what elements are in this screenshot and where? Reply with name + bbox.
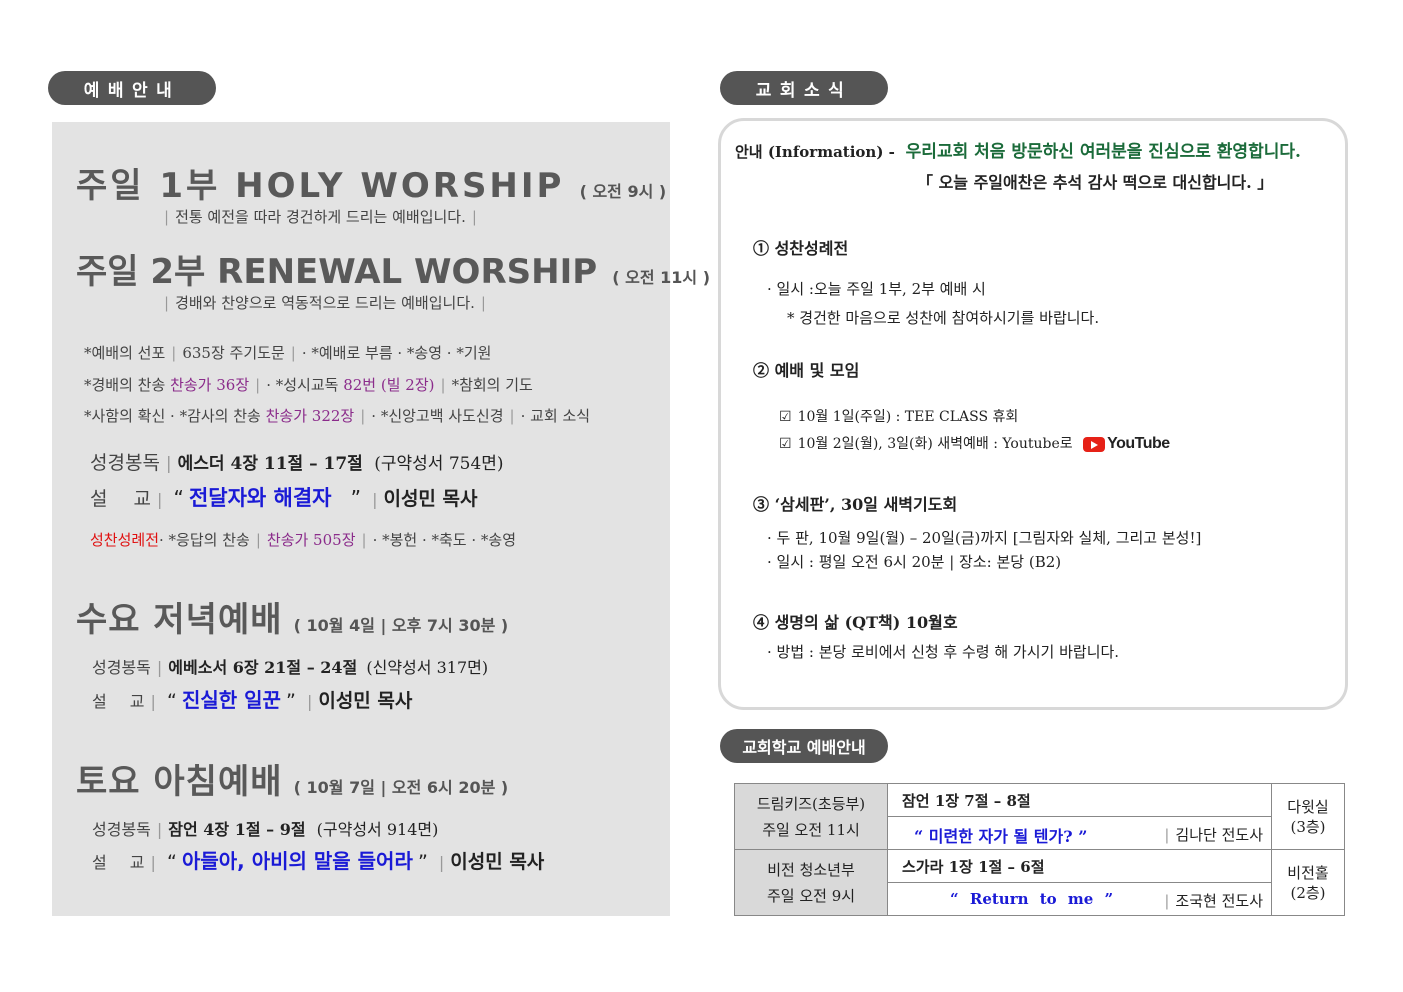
news-item4-line1: · 방법 : 본당 로비에서 신청 후 수령 해 가시기 바랍니다. bbox=[767, 643, 1120, 661]
sunday-first-desc: | 전통 예전을 따라 경건하게 드리는 예배입니다. | bbox=[164, 208, 477, 226]
order-line-3: *사함의 확신 · *감사의 찬송 찬송가 322장 | · *신앙고백 사도신경 |… bbox=[84, 407, 591, 425]
sunday-after-order: 성찬성례전· *응답의 찬송 | 찬송가 505장 | · *봉헌 · *축도 · *송… bbox=[90, 531, 517, 549]
news-item3-line2: · 일시 : 평일 오전 6시 20분 | 장소: 본당 (B2) bbox=[767, 553, 1062, 571]
wednesday-sermon: 설 교 | “ 진실한 일꾼 ” | 이성민 목사 bbox=[92, 688, 413, 712]
news-item2-title: ② 예배 및 모임 bbox=[753, 361, 860, 380]
worship-guide-header: 예배안내 bbox=[48, 71, 216, 105]
sermon-cell: “ 미련한 자가 될 텐가? ” | 김나단 전도사 bbox=[887, 816, 1272, 850]
order-line-1: *예배의 선포 | 635장 주기도문 | · *예배로 부름 · *송영 · *기원 bbox=[84, 344, 492, 362]
order-line-2: *경배의 찬송 찬송가 36장 | · *성시교독 82번 (빌 2장) | *참회의 … bbox=[84, 376, 533, 394]
news-item1-title: ① 성찬성례전 bbox=[753, 239, 849, 258]
room-cell: 다윗실 (3층) bbox=[1271, 783, 1345, 850]
saturday-sermon: 설 교 | “ 아들아, 아비의 말을 들어라 ” | 이성민 목사 bbox=[92, 849, 545, 873]
checkbox-icon: ☑ bbox=[779, 436, 792, 452]
group-cell: 드림키즈(초등부) 주일 오전 11시 bbox=[734, 783, 888, 850]
sunday-first-title: 주일 1부 HOLY WORSHIP ( 오전 9시 ) bbox=[76, 166, 667, 206]
news-item1-line2: * 경건한 마음으로 성찬에 참여하시기를 바랍니다. bbox=[787, 309, 1100, 327]
news-item2-check2: ☑ 10월 2일(월), 3일(화) 새벽예배 : Youtube로 YouTub… bbox=[779, 435, 1170, 453]
table-row: 드림키즈(초등부) 주일 오전 11시 잠언 1장 7절 – 8절 다윗실 (3층) bbox=[734, 783, 1345, 850]
news-item1-line1: · 일시 :오늘 주일 1부, 2부 예배 시 bbox=[767, 280, 986, 298]
news-intro-sub: 「 오늘 주일애찬은 추석 감사 떡으로 대신합니다. 」 bbox=[917, 173, 1274, 192]
saturday-scripture: 성경봉독 | 잠언 4장 1절 – 9절 (구약성서 914면) bbox=[92, 820, 439, 839]
news-item4-title: ④ 생명의 삶 (QT책) 10월호 bbox=[753, 613, 958, 632]
sunday-sermon: 설 교 | “ 전달자와 해결자 ” | 이성민 목사 bbox=[90, 486, 478, 510]
group-cell: 비전 청소년부 주일 오전 9시 bbox=[734, 849, 888, 916]
wednesday-scripture: 성경봉독 | 에베소서 6장 21절 – 24절 (신약성서 317면) bbox=[92, 658, 489, 677]
church-news-box: 안내 (Information) - 우리교회 처음 방문하신 여러분을 진심으… bbox=[718, 118, 1348, 710]
worship-guide-panel: 주일 1부 HOLY WORSHIP ( 오전 9시 ) | 전통 예전을 따라 … bbox=[52, 122, 710, 916]
news-item2-check1: ☑ 10월 1일(주일) : TEE CLASS 휴회 bbox=[779, 409, 1019, 425]
news-item3-line1: · 두 판, 10월 9일(월) – 20일(금)까지 [그림자와 실체, 그리… bbox=[767, 529, 1202, 547]
sunday-second-desc: | 경배와 찬양으로 역동적으로 드리는 예배입니다. | bbox=[164, 294, 486, 312]
church-school-table: 드림키즈(초등부) 주일 오전 11시 잠언 1장 7절 – 8절 다윗실 (3층)… bbox=[734, 783, 1345, 916]
table-row: 비전 청소년부 주일 오전 9시 스가라 1장 1절 – 6절 비전홀 (2층) bbox=[734, 849, 1345, 916]
church-school-header: 교회학교 예배안내 bbox=[720, 729, 888, 763]
sermon-cell: “ Return to me ” | 조국현 전도사 bbox=[887, 882, 1272, 916]
news-item3-title: ③ ‘삼세판’, 30일 새벽기도회 bbox=[753, 495, 958, 514]
wednesday-title: 수요 저녁예배 ( 10월 4일 | 오후 7시 30분 ) bbox=[76, 600, 509, 640]
scripture-cell: 잠언 1장 7절 – 8절 bbox=[887, 783, 1272, 817]
checkbox-icon: ☑ bbox=[779, 409, 792, 425]
saturday-title: 토요 아침예배 ( 10월 7일 | 오전 6시 20분 ) bbox=[76, 762, 509, 802]
scripture-cell: 스가라 1장 1절 – 6절 bbox=[887, 849, 1272, 883]
sunday-scripture: 성경봉독 | 에스더 4장 11절 – 17절 (구약성서 754면) bbox=[90, 452, 504, 474]
church-news-header: 교회소식 bbox=[720, 71, 888, 105]
news-intro: 안내 (Information) - 우리교회 처음 방문하신 여러분을 진심으… bbox=[735, 142, 1301, 162]
room-cell: 비전홀 (2층) bbox=[1271, 849, 1345, 916]
youtube-icon: YouTube bbox=[1083, 435, 1170, 453]
sunday-second-title: 주일 2부 RENEWAL WORSHIP ( 오전 11시 ) bbox=[76, 252, 711, 292]
